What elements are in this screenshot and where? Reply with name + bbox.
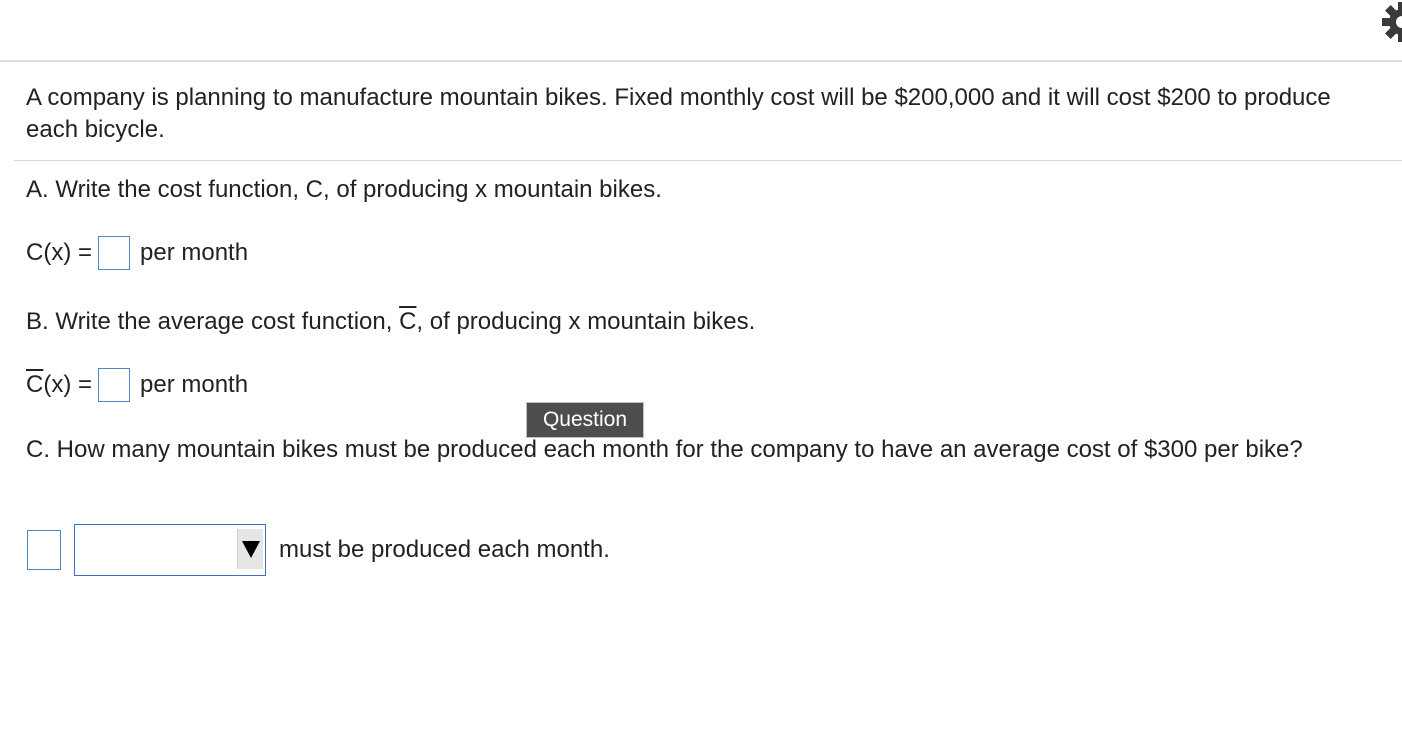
part-b-lhs: C(x) = — [26, 369, 92, 401]
part-b-prompt-before: B. Write the average cost function, — [26, 308, 400, 335]
part-b-prompt-after: , of producing x mountain bikes. — [416, 308, 756, 335]
unit-dropdown[interactable] — [74, 524, 266, 576]
part-b-prompt: B. Write the average cost function, C, o… — [26, 306, 755, 338]
part-c-tail: must be produced each month. — [279, 536, 610, 563]
dropdown-arrow-button[interactable] — [237, 529, 263, 569]
part-a-unit: per month — [140, 239, 249, 266]
problem-statement: A company is planning to manufacture mou… — [26, 84, 1331, 143]
triangle-down-icon — [242, 541, 260, 558]
bike-count-input[interactable] — [27, 530, 61, 570]
gear-icon[interactable] — [1374, 2, 1402, 42]
average-cost-symbol: C — [399, 308, 417, 335]
top-bar — [0, 0, 1402, 60]
statement-divider — [14, 160, 1402, 161]
part-b-answer-row: C(x) = per month — [26, 365, 248, 405]
part-c-prompt: C. How many mountain bikes must be produ… — [26, 436, 1303, 463]
part-a-lhs: C(x) = — [26, 239, 92, 266]
part-b-lhs-rest: (x) = — [43, 371, 93, 398]
cost-function-input[interactable] — [98, 236, 130, 270]
part-a-answer-row: C(x) = per month — [26, 233, 248, 273]
average-cost-function-input[interactable] — [98, 368, 131, 402]
question-tooltip: Question — [526, 402, 644, 438]
part-b-lhs-symbol: C — [26, 371, 44, 398]
part-a-prompt: A. Write the cost function, C, of produc… — [26, 176, 662, 203]
part-b-unit: per month — [140, 371, 249, 398]
header-divider — [0, 60, 1402, 62]
